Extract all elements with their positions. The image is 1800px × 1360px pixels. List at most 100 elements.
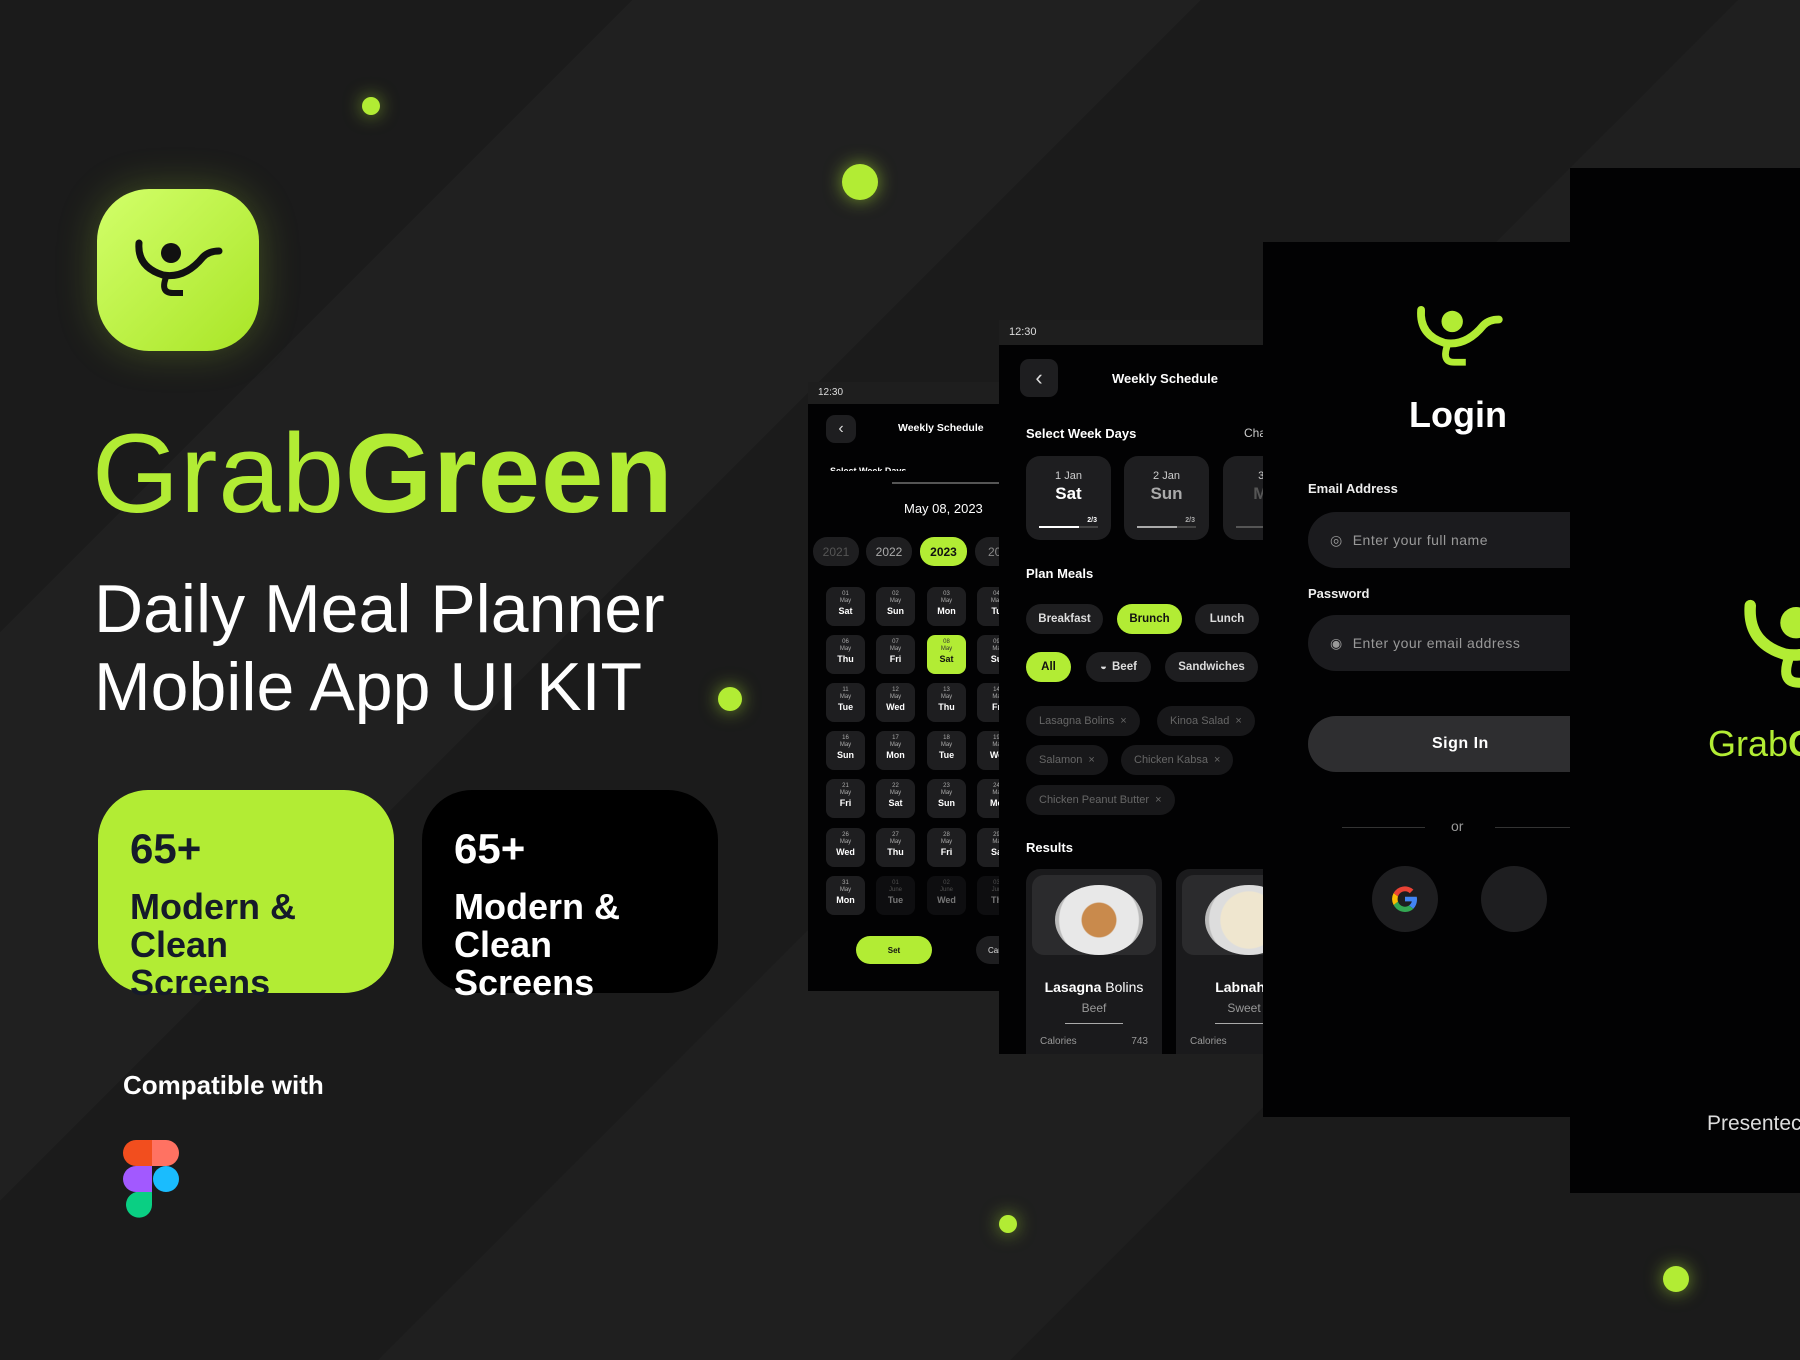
day-weekday: Wed (886, 701, 905, 712)
result-card[interactable]: Lasagna Bolins Beef Calories 743 (1026, 869, 1162, 1054)
cancel-button[interactable]: Canc (976, 936, 999, 964)
day-date: 1 Jan (1055, 470, 1082, 482)
calendar-day[interactable]: 01 June Tue (876, 876, 915, 915)
calendar-day[interactable]: 19MaWe (977, 731, 999, 770)
day-weekday: Sa (990, 846, 999, 857)
back-button[interactable]: ‹ (826, 415, 856, 443)
day-weekday: We (989, 749, 999, 760)
calendar-day[interactable]: 04MayTu (977, 587, 999, 626)
divider (1495, 827, 1570, 828)
weekly-schedule-screen: 12:30 ‹ Weekly Schedule Select Week Days… (999, 320, 1263, 1054)
calendar-day[interactable]: 02 June Wed (927, 876, 966, 915)
year-2024[interactable]: 202 (975, 537, 999, 566)
app-icon (97, 189, 259, 351)
subtitle-line-2: Mobile App UI KIT (94, 649, 643, 725)
meal-category: Sweet (1227, 1001, 1261, 1015)
presented-by-text: Presentec (1707, 1112, 1800, 1135)
calendar-day[interactable]: 01 May Sat (826, 587, 865, 626)
apple-signin-button[interactable] (1481, 866, 1547, 932)
result-card[interactable]: Labnah I Sweet Calories (1176, 869, 1263, 1054)
day-date: 3 J (1258, 470, 1263, 482)
day-card-sat[interactable]: 1 Jan Sat 2/3 (1026, 456, 1111, 540)
filter-beef[interactable]: ◒ Beef (1086, 652, 1151, 682)
filter-all[interactable]: All (1026, 652, 1071, 682)
calendar-day[interactable]: 28 May Fri (927, 828, 966, 867)
year-2022[interactable]: 2022 (866, 537, 912, 566)
progress-bar (1039, 526, 1098, 528)
day-number: 12 (892, 687, 899, 693)
day-number: 11 (842, 687, 849, 693)
calendar-day[interactable]: 16 May Sun (826, 731, 865, 770)
day-weekday: Tue (887, 894, 904, 905)
sign-in-button[interactable]: Sign In (1308, 716, 1570, 772)
set-button[interactable]: Set (856, 936, 932, 964)
day-number: 22 (892, 783, 899, 789)
calendar-day[interactable]: 26 May Wed (826, 828, 865, 867)
day-weekday: Fri (889, 653, 902, 664)
day-number: 02 (892, 591, 899, 597)
calendar-day[interactable]: 06 May Thu (826, 635, 865, 674)
calendar-day[interactable]: 14MaFr (977, 683, 999, 722)
day-number: 03 (993, 880, 999, 886)
close-icon[interactable]: × (1088, 754, 1094, 766)
day-month: May (889, 838, 902, 845)
close-icon[interactable]: × (1235, 715, 1241, 727)
day-number: 09 (993, 639, 999, 645)
day-number: 28 (943, 832, 950, 838)
tag-chip[interactable]: Lasagna Bolins × (1026, 706, 1140, 736)
calendar-day[interactable]: 24MaMo (977, 779, 999, 818)
calendar-day[interactable]: 12 May Wed (876, 683, 915, 722)
calendar-day[interactable]: 21 May Fri (826, 779, 865, 818)
meal-lunch[interactable]: Lunch (1195, 604, 1259, 634)
tag-chip[interactable]: Chicken Peanut Butter × (1026, 785, 1175, 815)
day-weekday: Su (990, 653, 999, 664)
calendar-day[interactable]: 09MaSu (977, 635, 999, 674)
day-month: June (888, 886, 902, 893)
calendar-day[interactable]: 08 May Sat (927, 635, 966, 674)
calendar-day[interactable]: 13 May Thu (927, 683, 966, 722)
close-icon[interactable]: × (1155, 794, 1161, 806)
calendar-day[interactable]: 11 May Tue (826, 683, 865, 722)
meal-image (1182, 875, 1263, 955)
day-month: Ma (992, 741, 999, 748)
google-signin-button[interactable] (1372, 866, 1438, 932)
meal-brunch[interactable]: Brunch (1117, 604, 1182, 634)
year-2023[interactable]: 2023 (920, 537, 967, 566)
filter-sandwiches[interactable]: Sandwiches (1165, 652, 1258, 682)
calendar-day[interactable]: 18 May Tue (927, 731, 966, 770)
sheet-handle (892, 482, 999, 484)
day-weekday: Sat (888, 797, 903, 808)
year-2021[interactable]: 2021 (813, 537, 859, 566)
change-link[interactable]: Cha (1244, 426, 1263, 440)
calendar-day[interactable]: 22 May Sat (876, 779, 915, 818)
back-button[interactable]: ‹ (1020, 359, 1058, 397)
calendar-day[interactable]: 17 May Mon (876, 731, 915, 770)
meal-breakfast[interactable]: Breakfast (1026, 604, 1103, 634)
calendar-day[interactable]: 31 May Mon (826, 876, 865, 915)
close-icon[interactable]: × (1120, 715, 1126, 727)
tag-chip[interactable]: Kinoa Salad × (1157, 706, 1255, 736)
calendar-day[interactable]: 27 May Thu (876, 828, 915, 867)
password-input[interactable]: ◉ Enter your email address (1308, 615, 1570, 671)
day-number: 18 (943, 735, 950, 741)
day-month: June (939, 886, 953, 893)
day-month: May (839, 645, 852, 652)
day-card-sun[interactable]: 2 Jan Sun 2/3 (1124, 456, 1209, 540)
card-count: 65+ (130, 825, 202, 872)
day-number: 26 (842, 832, 849, 838)
calendar-day[interactable]: 23 May Sun (927, 779, 966, 818)
close-icon[interactable]: × (1214, 754, 1220, 766)
email-input[interactable]: ◎ Enter your full name (1308, 512, 1570, 568)
tag-chip[interactable]: Chicken Kabsa × (1121, 745, 1234, 775)
brand-title: GrabGreen (92, 412, 674, 535)
calendar-day[interactable]: 03 May Mon (927, 587, 966, 626)
calendar-day[interactable]: 07 May Fri (876, 635, 915, 674)
user-icon: ◎ (1330, 531, 1343, 548)
day-weekday: Thu (938, 701, 955, 712)
calendar-day[interactable]: 03JunTh (977, 876, 999, 915)
calendar-day[interactable]: 02 May Sun (876, 587, 915, 626)
day-number: 27 (892, 832, 899, 838)
calendar-day[interactable]: 29MaSa (977, 828, 999, 867)
day-card-mon[interactable]: 3 J Mo (1223, 456, 1263, 540)
tag-chip[interactable]: Salamon × (1026, 745, 1108, 775)
